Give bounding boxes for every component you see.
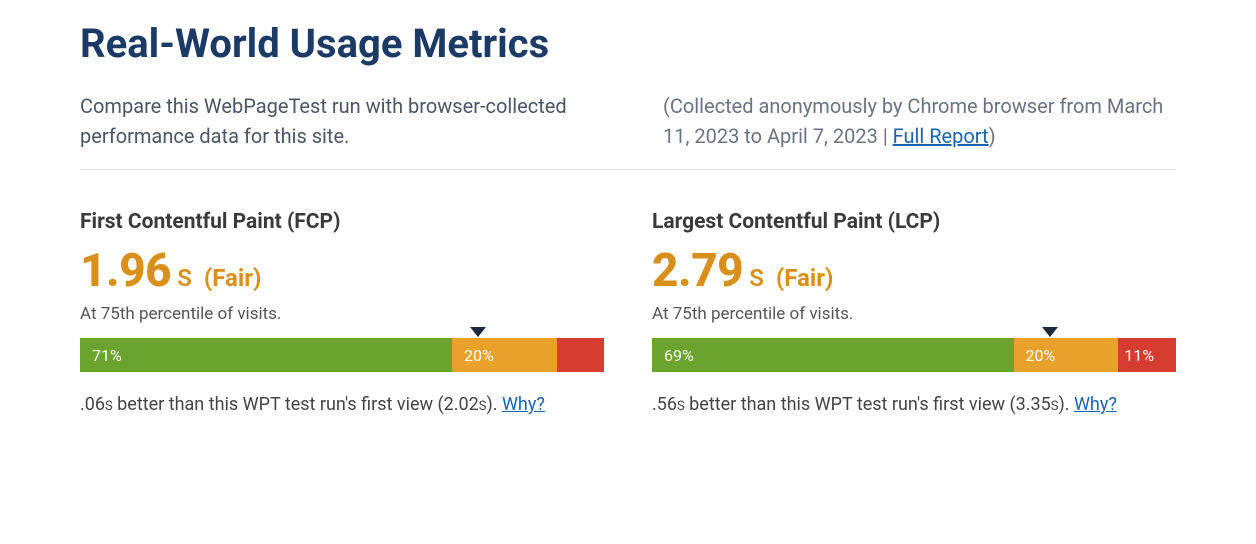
metric-rating-lcp: (Fair) [776,264,834,292]
bar-seg-poor-fcp [557,338,604,372]
cmp-delta-fcp: .06 [80,394,105,415]
metric-percentile-note-lcp: At 75th percentile of visits. [652,304,1176,324]
metric-value-fcp: 1.96 [80,244,171,298]
bar-seg-ni-label-fcp: 20% [464,346,494,365]
metric-card-lcp: Largest Contentful Paint (LCP) 2.79 S (F… [652,210,1176,421]
cmp-delta-lcp: .56 [652,394,677,415]
why-link-lcp[interactable]: Why? [1074,394,1117,415]
bar-seg-good-lcp: 69% [652,338,1014,372]
cmp-close-lcp: ). [1058,394,1073,415]
metric-title-fcp: First Contentful Paint (FCP) [80,210,604,234]
page-title: Real-World Usage Metrics [80,20,1176,67]
bar-seg-ni-fcp: 20% [452,338,557,372]
cmp-mid-lcp: better than this WPT test run's first vi… [685,394,1051,415]
metric-percentile-note-fcp: At 75th percentile of visits. [80,304,604,324]
p75-marker-icon [470,327,486,337]
bar-seg-poor-lcp: 11% [1118,338,1176,372]
cmp-delta-unit-fcp: S [105,399,113,414]
metric-unit-fcp: S [177,264,192,292]
intro-row: Compare this WebPageTest run with browse… [80,91,1176,170]
metric-value-line-fcp: 1.96 S (Fair) [80,244,604,298]
metric-title-lcp: Largest Contentful Paint (LCP) [652,210,1176,234]
why-link-fcp[interactable]: Why? [502,394,545,415]
distribution-bar-fcp: 71% 20% [80,338,604,372]
intro-right-text: (Collected anonymously by Chrome browser… [663,91,1176,151]
cmp-close-fcp: ). [486,394,501,415]
metric-card-fcp: First Contentful Paint (FCP) 1.96 S (Fai… [80,210,604,421]
bar-seg-ni-label-lcp: 20% [1026,346,1056,365]
compare-row-lcp: .56S better than this WPT test run's fir… [652,390,1176,421]
bar-seg-good-fcp: 71% [80,338,452,372]
metric-rating-fcp: (Fair) [204,264,262,292]
compare-row-fcp: .06S better than this WPT test run's fir… [80,390,604,421]
metrics-row: First Contentful Paint (FCP) 1.96 S (Fai… [80,210,1176,421]
bar-seg-good-label-fcp: 71% [92,346,122,365]
intro-right-suffix: ) [989,124,996,148]
full-report-link[interactable]: Full Report [893,124,989,148]
intro-left-text: Compare this WebPageTest run with browse… [80,91,593,151]
bar-seg-ni-lcp: 20% [1014,338,1119,372]
distribution-bar-lcp: 69% 20% 11% [652,338,1176,372]
metric-value-line-lcp: 2.79 S (Fair) [652,244,1176,298]
bar-seg-poor-label-lcp: 11% [1124,346,1154,365]
bar-seg-good-label-lcp: 69% [664,346,694,365]
cmp-mid-fcp: better than this WPT test run's first vi… [113,394,479,415]
cmp-delta-unit-lcp: S [677,399,685,414]
p75-marker-icon [1042,327,1058,337]
metric-value-lcp: 2.79 [652,244,743,298]
metric-unit-lcp: S [749,264,764,292]
